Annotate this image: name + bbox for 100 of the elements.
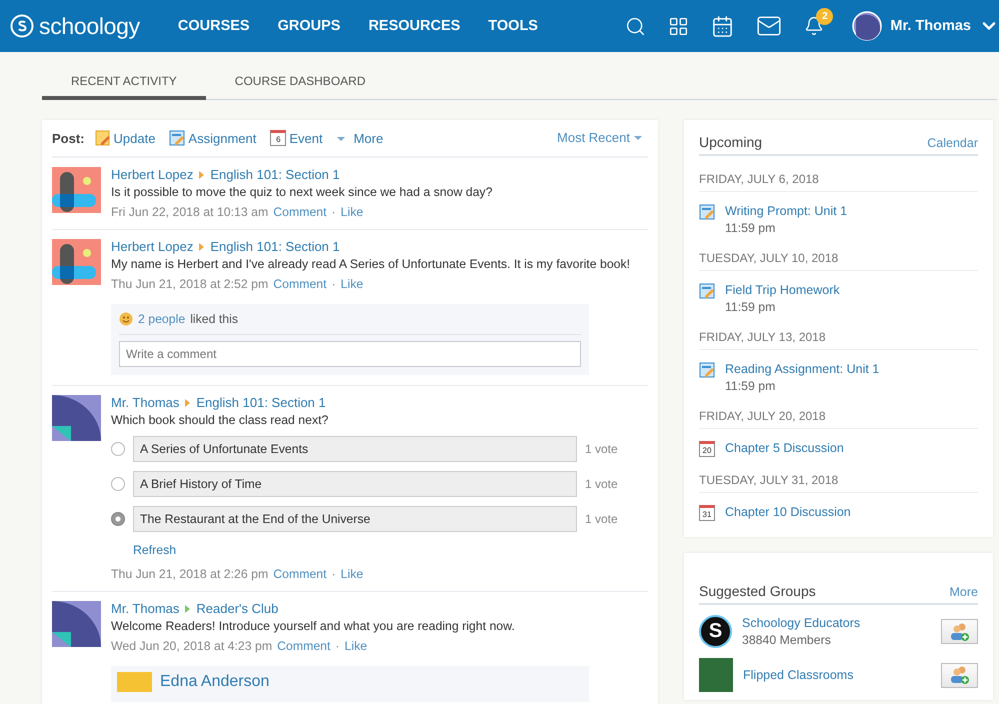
poll-option: A Series of Unfortunate Events — [133, 436, 577, 462]
nav-link[interactable]: GROUPS — [278, 18, 340, 34]
refresh-link[interactable]: Refresh — [133, 543, 648, 557]
calendar-icon: 31 — [699, 505, 715, 521]
smiley-icon — [119, 312, 133, 326]
bell-icon[interactable] — [804, 16, 824, 36]
vote-count: 1 vote — [585, 442, 618, 456]
due-time: 11:59 pm — [725, 300, 776, 314]
note-pencil-icon — [94, 130, 110, 146]
more-link[interactable]: More — [950, 585, 978, 599]
like-link[interactable]: Like — [340, 277, 364, 291]
radio-button[interactable] — [111, 442, 125, 456]
group-link[interactable]: Schoology Educators — [742, 616, 931, 630]
chalkboard-image — [699, 658, 733, 692]
likers-link[interactable]: 2 people — [138, 312, 186, 326]
like-link[interactable]: Like — [340, 205, 364, 219]
assignment-icon — [699, 362, 715, 378]
post-time: Wed Jun 20, 2018 at 4:23 pm — [111, 639, 272, 653]
comment-link[interactable]: Comment — [273, 205, 327, 219]
group-link[interactable]: Flipped Classrooms — [743, 668, 931, 682]
upcoming-item-link[interactable]: Writing Prompt: Unit 1 — [725, 204, 848, 218]
like-link[interactable]: Like — [340, 567, 364, 581]
avatar-image — [52, 167, 101, 213]
due-time: 11:59 pm — [725, 379, 776, 393]
calendar-icon[interactable] — [711, 14, 734, 38]
separator-dot: · — [335, 639, 340, 653]
course-link[interactable]: Reader's Club — [196, 601, 278, 616]
grid-icon[interactable] — [668, 16, 690, 36]
post-text: Which book should the class read next? — [111, 413, 330, 427]
search-icon[interactable] — [625, 16, 646, 36]
course-link[interactable]: English 101: Section 1 — [210, 167, 340, 182]
post-time: Thu Jun 21, 2018 at 2:52 pm — [111, 277, 268, 291]
join-group-button[interactable] — [941, 662, 978, 688]
separator-dot: · — [332, 567, 336, 581]
comment-input[interactable]: Write a comment — [119, 341, 581, 367]
join-group-button[interactable] — [941, 619, 978, 644]
avatar-image — [52, 239, 101, 285]
calendar-icon: 20 — [699, 441, 715, 457]
assignment-icon — [699, 204, 715, 220]
author-link[interactable]: Mr. Thomas — [111, 395, 180, 410]
date-heading: FRIDAY, JULY 13, 2018 — [699, 314, 978, 350]
date-heading: TUESDAY, JULY 31, 2018 — [699, 457, 978, 493]
member-count: 38840 Members — [742, 633, 832, 647]
calendar-icon: 6 — [270, 130, 286, 146]
date-heading: TUESDAY, JULY 10, 2018 — [699, 235, 978, 271]
comment-link[interactable]: Comment — [273, 277, 327, 291]
post-time: Thu Jun 21, 2018 at 2:26 pm — [111, 567, 268, 581]
nav-link[interactable]: COURSES — [178, 18, 250, 34]
avatar-image — [52, 601, 101, 647]
avatar-image — [52, 395, 101, 441]
group-logo: S — [699, 615, 732, 648]
course-link[interactable]: English 101: Section 1 — [210, 239, 340, 254]
add-people-icon — [950, 622, 970, 640]
upcoming-item-link[interactable]: Reading Assignment: Unit 1 — [725, 362, 880, 376]
post-type-link[interactable]: Assignment — [169, 130, 256, 146]
author-link[interactable]: Mr. Thomas — [111, 601, 180, 616]
author-link[interactable]: Herbert Lopez — [111, 239, 194, 254]
user-menu[interactable]: Mr. Thomas — [852, 11, 999, 41]
post-text: Is it possible to move the quiz to next week since we had a snow day? — [111, 185, 494, 199]
date-heading: FRIDAY, JULY 20, 2018 — [699, 393, 978, 429]
post-type-link[interactable]: More — [336, 131, 384, 146]
radio-button[interactable] — [111, 477, 125, 491]
post-type-link[interactable]: Update — [94, 130, 156, 146]
card-title: Suggested Groups — [699, 583, 816, 599]
tab[interactable]: RECENT ACTIVITY — [42, 68, 206, 100]
post-text: My name is Herbert and I've already read A Series of Unfortunate Events. It is my favorite book! — [111, 257, 632, 271]
post-text: Welcome Readers! Introduce yourself and what you are reading right now. — [111, 619, 516, 633]
logo-icon — [10, 14, 34, 38]
liked-text: liked this — [190, 312, 238, 326]
assignment-icon — [169, 130, 186, 146]
vote-count: 1 vote — [585, 477, 618, 491]
comment-link[interactable]: Comment — [273, 567, 327, 581]
sort-dropdown[interactable]: Most Recent — [557, 130, 642, 145]
tab[interactable]: COURSE DASHBOARD — [206, 68, 394, 100]
author-link[interactable]: Edna Anderson — [160, 673, 270, 691]
nav-link[interactable]: TOOLS — [488, 18, 538, 34]
like-link[interactable]: Like — [344, 639, 368, 653]
vote-count: 1 vote — [585, 512, 618, 526]
calendar-link[interactable]: Calendar — [927, 136, 978, 150]
upcoming-item-link[interactable]: Field Trip Homework — [725, 283, 840, 297]
comment-link[interactable]: Comment — [277, 639, 330, 653]
avatar-image — [117, 672, 152, 692]
radio-button[interactable] — [111, 512, 125, 526]
poll-option: The Restaurant at the End of the Universe — [133, 506, 577, 532]
user-avatar-icon — [852, 11, 882, 41]
nav-link[interactable]: RESOURCES — [368, 18, 460, 34]
due-time: 11:59 pm — [725, 221, 776, 235]
assignment-icon — [699, 283, 715, 299]
notification-badge: 2 — [816, 8, 834, 25]
course-link[interactable]: English 101: Section 1 — [196, 395, 326, 410]
post-time: Fri Jun 22, 2018 at 10:13 am — [111, 205, 268, 219]
caret-icon — [336, 136, 345, 140]
poll-option: A Brief History of Time — [133, 471, 577, 497]
post-type-link[interactable]: 6 Event — [270, 130, 323, 146]
author-link[interactable]: Herbert Lopez — [111, 167, 194, 182]
upcoming-item-link[interactable]: Chapter 5 Discussion — [725, 441, 844, 455]
card-title: Upcoming — [699, 134, 762, 150]
upcoming-item-link[interactable]: Chapter 10 Discussion — [725, 505, 851, 519]
brand-name: schoology — [39, 12, 140, 40]
add-people-icon — [950, 666, 970, 684]
